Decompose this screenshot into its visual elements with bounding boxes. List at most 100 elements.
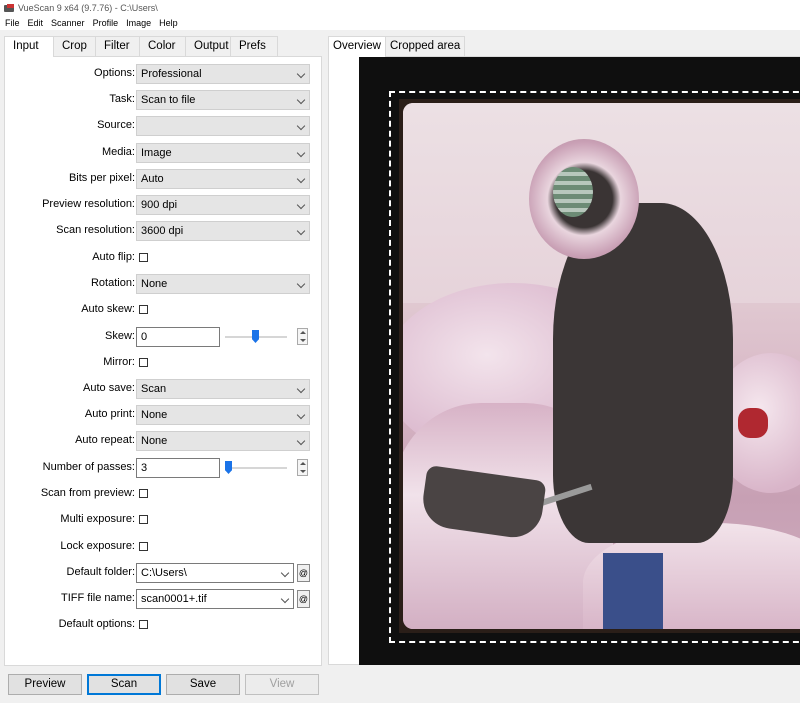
skew-slider-thumb[interactable]	[252, 330, 259, 343]
task-label: Task:	[109, 93, 135, 105]
scan-button[interactable]: Scan	[87, 674, 161, 695]
tab-prefs[interactable]: Prefs	[230, 36, 278, 56]
options-value: Professional	[141, 68, 202, 80]
tab-output[interactable]: Output	[185, 36, 231, 56]
bits-per-pixel-select[interactable]: Auto	[136, 169, 310, 189]
chevron-down-icon	[298, 71, 305, 78]
number-of-passes-label: Number of passes:	[42, 461, 135, 473]
preview-button[interactable]: Preview	[8, 674, 82, 695]
auto-skew-label: Auto skew:	[81, 303, 135, 315]
passes-spinner[interactable]	[297, 459, 308, 476]
passes-slider[interactable]	[225, 458, 287, 478]
menu-image[interactable]: Image	[126, 18, 151, 28]
menu-help[interactable]: Help	[159, 18, 178, 28]
task-value: Scan to file	[141, 94, 196, 106]
menu-edit[interactable]: Edit	[28, 18, 44, 28]
source-select[interactable]	[136, 116, 310, 136]
spin-down-icon[interactable]	[300, 470, 306, 473]
number-of-passes-row: Number of passes: 3	[5, 458, 323, 478]
scan-from-preview-checkbox[interactable]	[139, 489, 148, 498]
media-select[interactable]: Image	[136, 143, 310, 163]
options-select[interactable]: Professional	[136, 64, 310, 84]
passes-slider-track	[225, 467, 287, 469]
multi-exposure-checkbox[interactable]	[139, 515, 148, 524]
auto-skew-checkbox[interactable]	[139, 305, 148, 314]
spin-up-icon[interactable]	[300, 331, 306, 334]
media-row: Media: Image	[5, 143, 323, 163]
preview-resolution-row: Preview resolution: 900 dpi	[5, 195, 323, 215]
bits-per-pixel-label: Bits per pixel:	[68, 172, 135, 184]
chevron-down-icon	[282, 596, 289, 603]
tiff-file-name-row: TIFF file name: scan0001+.tif @	[5, 589, 323, 609]
chevron-down-icon	[298, 438, 305, 445]
auto-save-value: Scan	[141, 383, 167, 395]
default-folder-browse-button[interactable]: @	[297, 564, 310, 582]
auto-print-select[interactable]: None	[136, 405, 310, 425]
options-label: Options:	[94, 67, 135, 79]
auto-flip-checkbox[interactable]	[139, 253, 148, 262]
auto-repeat-row: Auto repeat: None	[5, 431, 323, 451]
mirror-row: Mirror:	[5, 353, 323, 373]
scan-resolution-select[interactable]: 3600 dpi	[136, 221, 310, 241]
auto-flip-label: Auto flip:	[92, 251, 135, 263]
default-folder-row: Default folder: C:\Users\ @	[5, 563, 323, 583]
tab-cropped-area[interactable]: Cropped area	[384, 36, 466, 56]
mirror-checkbox[interactable]	[139, 358, 148, 367]
passes-slider-thumb[interactable]	[225, 461, 232, 474]
rotation-row: Rotation: None	[5, 274, 323, 294]
auto-repeat-select[interactable]: None	[136, 431, 310, 451]
tab-crop[interactable]: Crop	[53, 36, 96, 56]
spin-down-icon[interactable]	[300, 339, 306, 342]
view-button[interactable]: View	[245, 674, 319, 695]
skew-input[interactable]: 0	[136, 327, 220, 347]
chevron-down-icon	[298, 123, 305, 130]
preview-viewer	[328, 56, 800, 665]
auto-print-label: Auto print:	[84, 408, 135, 420]
auto-save-select[interactable]: Scan	[136, 379, 310, 399]
task-select[interactable]: Scan to file	[136, 90, 310, 110]
chevron-down-icon	[298, 97, 305, 104]
scan-resolution-label: Scan resolution:	[56, 224, 135, 236]
menu-file[interactable]: File	[5, 18, 20, 28]
tab-overview[interactable]: Overview	[328, 36, 386, 57]
number-of-passes-input[interactable]: 3	[136, 458, 220, 478]
crop-marquee[interactable]	[389, 91, 800, 643]
window-title: VueScan 9 x64 (9.7.76) - C:\Users\	[18, 3, 158, 13]
scan-from-preview-row: Scan from preview:	[5, 484, 323, 504]
tab-filter[interactable]: Filter	[95, 36, 140, 56]
preview-canvas[interactable]	[359, 57, 800, 665]
preview-resolution-select[interactable]: 900 dpi	[136, 195, 310, 215]
lock-exposure-label: Lock exposure:	[60, 540, 135, 552]
media-value: Image	[141, 147, 172, 159]
tiff-file-name-browse-button[interactable]: @	[297, 590, 310, 608]
save-button[interactable]: Save	[166, 674, 240, 695]
default-folder-input[interactable]: C:\Users\	[136, 563, 294, 583]
media-label: Media:	[101, 146, 135, 158]
task-row: Task: Scan to file	[5, 90, 323, 110]
spin-up-icon[interactable]	[300, 462, 306, 465]
default-options-checkbox[interactable]	[139, 620, 148, 629]
menu-scanner[interactable]: Scanner	[51, 18, 85, 28]
chevron-down-icon	[298, 281, 305, 288]
app-icon	[4, 3, 14, 13]
bits-per-pixel-row: Bits per pixel: Auto	[5, 169, 323, 189]
title-bar: VueScan 9 x64 (9.7.76) - C:\Users\	[0, 0, 800, 16]
menu-profile[interactable]: Profile	[93, 18, 119, 28]
settings-tabs: Input Crop Filter Color Output Prefs	[4, 36, 278, 57]
skew-label: Skew:	[105, 330, 135, 342]
skew-spinner[interactable]	[297, 328, 308, 345]
multi-exposure-row: Multi exposure:	[5, 510, 323, 530]
tiff-file-name-input[interactable]: scan0001+.tif	[136, 589, 294, 609]
chevron-down-icon	[298, 386, 305, 393]
tab-input[interactable]: Input	[4, 36, 54, 57]
auto-repeat-value: None	[141, 435, 168, 447]
skew-slider[interactable]	[225, 327, 287, 347]
rotation-value: None	[141, 278, 168, 290]
tab-color[interactable]: Color	[139, 36, 186, 56]
rotation-select[interactable]: None	[136, 274, 310, 294]
auto-print-value: None	[141, 409, 168, 421]
default-options-row: Default options:	[5, 615, 323, 635]
scan-resolution-row: Scan resolution: 3600 dpi	[5, 221, 323, 241]
bits-per-pixel-value: Auto	[141, 173, 164, 185]
lock-exposure-checkbox[interactable]	[139, 542, 148, 551]
